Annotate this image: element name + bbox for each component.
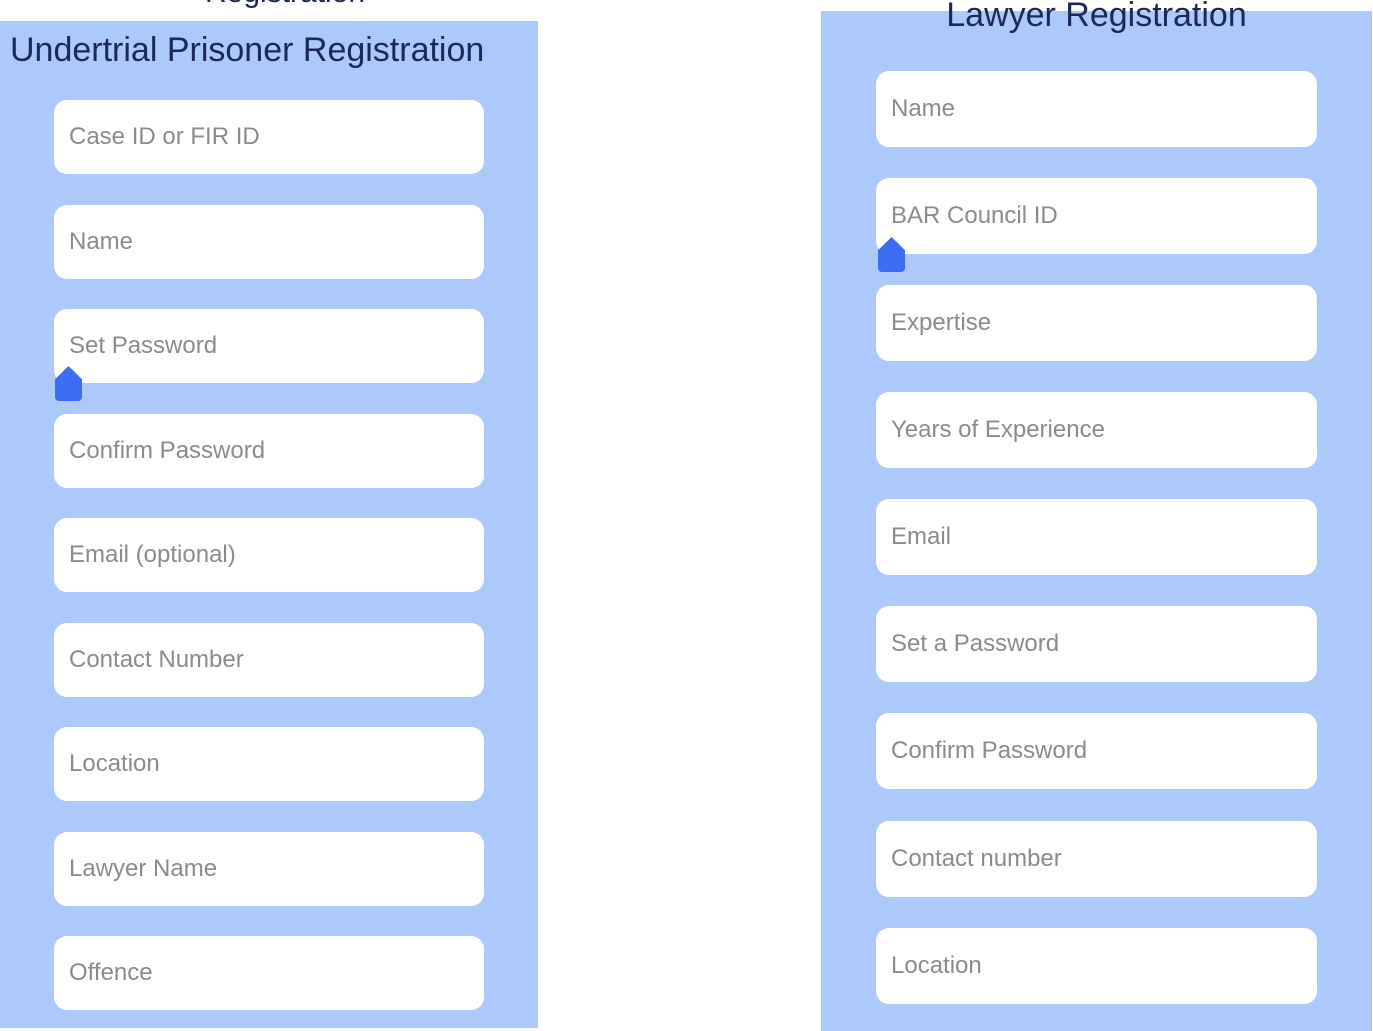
case-id-placeholder: Case ID or FIR ID [69,123,260,150]
prisoner-confirm-password-placeholder: Confirm Password [69,437,266,464]
lawyer-name-placeholder: Lawyer Name [69,855,218,882]
lawyer-location-placeholder: Location [891,952,982,979]
prisoner-confirm-password-field[interactable]: Confirm Password [54,414,484,488]
lawyer-form-name-placeholder: Name [891,95,956,122]
page: Registration Undertrial Prisoner Registr… [0,0,1373,1031]
expertise-field[interactable]: Expertise [876,285,1317,361]
cutoff-heading: Registration [205,0,365,10]
prisoner-name-placeholder: Name [69,228,134,255]
prisoner-set-password-field[interactable]: Set Password [54,309,484,383]
case-id-field[interactable]: Case ID or FIR ID [54,100,484,174]
lawyer-location-field[interactable]: Location [876,928,1317,1004]
offence-placeholder: Offence [69,959,153,986]
lawyer-email-placeholder: Email [891,523,952,550]
bar-council-id-field[interactable]: BAR Council ID [876,178,1317,254]
expertise-placeholder: Expertise [891,309,992,336]
prisoner-contact-number-placeholder: Contact Number [69,646,244,673]
lawyer-form-title: Lawyer Registration [946,0,1247,34]
prisoner-registration-form: Undertrial Prisoner Registration Case ID… [0,21,538,1028]
lawyer-confirm-password-field[interactable]: Confirm Password [876,713,1317,789]
lawyer-contact-number-field[interactable]: Contact number [876,821,1317,897]
bar-council-id-placeholder: BAR Council ID [891,202,1058,229]
prisoner-location-placeholder: Location [69,750,160,777]
years-of-experience-field[interactable]: Years of Experience [876,392,1317,468]
prisoner-name-field[interactable]: Name [54,205,484,279]
lawyer-confirm-password-placeholder: Confirm Password [891,737,1088,764]
offence-field[interactable]: Offence [54,936,484,1010]
lawyer-name-field[interactable]: Lawyer Name [54,832,484,906]
prisoner-location-field[interactable]: Location [54,727,484,801]
prisoner-email-placeholder: Email (optional) [69,541,236,568]
years-of-experience-placeholder: Years of Experience [891,416,1105,443]
lawyer-registration-form: Lawyer Registration Name BAR Council ID … [821,0,1372,1031]
lawyer-set-password-field[interactable]: Set a Password [876,606,1317,682]
prisoner-set-password-placeholder: Set Password [69,332,218,359]
lawyer-email-field[interactable]: Email [876,499,1317,575]
lawyer-set-password-placeholder: Set a Password [891,630,1060,657]
lawyer-form-name-field[interactable]: Name [876,71,1317,147]
lawyer-contact-number-placeholder: Contact number [891,845,1062,872]
prisoner-email-field[interactable]: Email (optional) [54,518,484,592]
prisoner-contact-number-field[interactable]: Contact Number [54,623,484,697]
prisoner-form-title: Undertrial Prisoner Registration [10,31,485,69]
